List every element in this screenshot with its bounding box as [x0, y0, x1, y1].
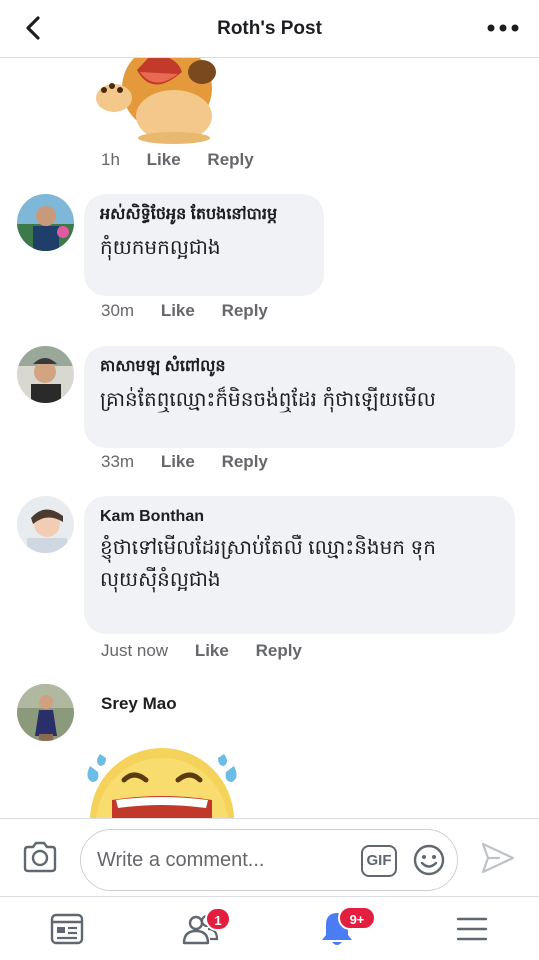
- camera-icon[interactable]: [22, 841, 58, 873]
- comment-feed[interactable]: 1h Like Reply អស់សិទ្ធិថែអូន តែបងនៅបារម្…: [0, 58, 539, 818]
- comment-text-line: ខ្ញុំថាទៅមើលដែរស្រាប់តែលឺ ឈ្មោះនិងមក ទុក: [100, 537, 436, 559]
- comment-meta: 33m Like Reply: [101, 452, 290, 472]
- comment-time: Just now: [101, 641, 169, 660]
- avatar[interactable]: [17, 346, 74, 403]
- comment-meta: Just now Like Reply: [101, 641, 324, 661]
- comment-bubble: Kam Bonthan ខ្ញុំថាទៅមើលដែរស្រាប់តែលឺ ឈ្…: [84, 496, 515, 634]
- comment-meta: 1h Like Reply: [101, 150, 276, 170]
- laughing-emoji-sticker: [87, 748, 237, 818]
- avatar[interactable]: [17, 684, 74, 741]
- more-dots-icon[interactable]: [485, 14, 521, 42]
- like-button[interactable]: Like: [161, 301, 195, 321]
- notifications-badge: 9+: [338, 906, 376, 930]
- comment-author[interactable]: អស់សិទ្ធិថែអូន តែបងនៅបារម្ភ: [100, 204, 308, 226]
- comment-text: កុំយកមកល្អជាង: [100, 237, 221, 259]
- comment-input[interactable]: [97, 844, 347, 876]
- comment-bubble: គាសាមឡ សំពៅលូន គ្រាន់តែឮឈ្មោះក៏មិនចង់ឮដែ…: [84, 346, 515, 448]
- gif-button[interactable]: GIF: [361, 845, 397, 877]
- comment-author[interactable]: គាសាមឡ សំពៅលូន: [100, 356, 499, 378]
- reply-button[interactable]: Reply: [207, 150, 253, 170]
- comment-meta: 30m Like Reply: [101, 301, 290, 321]
- news-feed-icon[interactable]: [47, 909, 87, 949]
- friends-badge: 1: [205, 907, 231, 931]
- smiley-icon[interactable]: [413, 844, 445, 876]
- page-title: Roth's Post: [217, 18, 322, 39]
- like-button[interactable]: Like: [161, 452, 195, 472]
- comment-time: 33m: [101, 452, 135, 471]
- avatar[interactable]: [17, 496, 74, 553]
- like-button[interactable]: Like: [195, 641, 229, 661]
- reply-button[interactable]: Reply: [256, 641, 302, 661]
- comment-author[interactable]: Srey Mao: [101, 694, 177, 714]
- bottom-nav: 1 9+: [0, 896, 539, 960]
- comment-time: 30m: [101, 301, 135, 320]
- comment-composer: GIF: [0, 818, 539, 896]
- comment-text-line: លុយស៊ីនំល្អជាង: [100, 569, 221, 591]
- comment-time: 1h: [101, 150, 120, 169]
- send-icon[interactable]: [480, 841, 516, 875]
- comment-bubble: អស់សិទ្ធិថែអូន តែបងនៅបារម្ភ កុំយកមកល្អជា…: [84, 194, 324, 296]
- menu-icon[interactable]: [452, 909, 492, 949]
- post-header: Roth's Post: [0, 0, 539, 58]
- dog-sticker: [96, 58, 216, 144]
- avatar[interactable]: [17, 194, 74, 251]
- reply-button[interactable]: Reply: [222, 452, 268, 472]
- comment-input-wrapper[interactable]: GIF: [80, 829, 458, 891]
- comment-author[interactable]: Kam Bonthan: [100, 506, 499, 528]
- comment-text: គ្រាន់តែឮឈ្មោះក៏មិនចង់ឮដែរ កុំថាឡើយមើល: [100, 389, 436, 411]
- like-button[interactable]: Like: [147, 150, 181, 170]
- reply-button[interactable]: Reply: [222, 301, 268, 321]
